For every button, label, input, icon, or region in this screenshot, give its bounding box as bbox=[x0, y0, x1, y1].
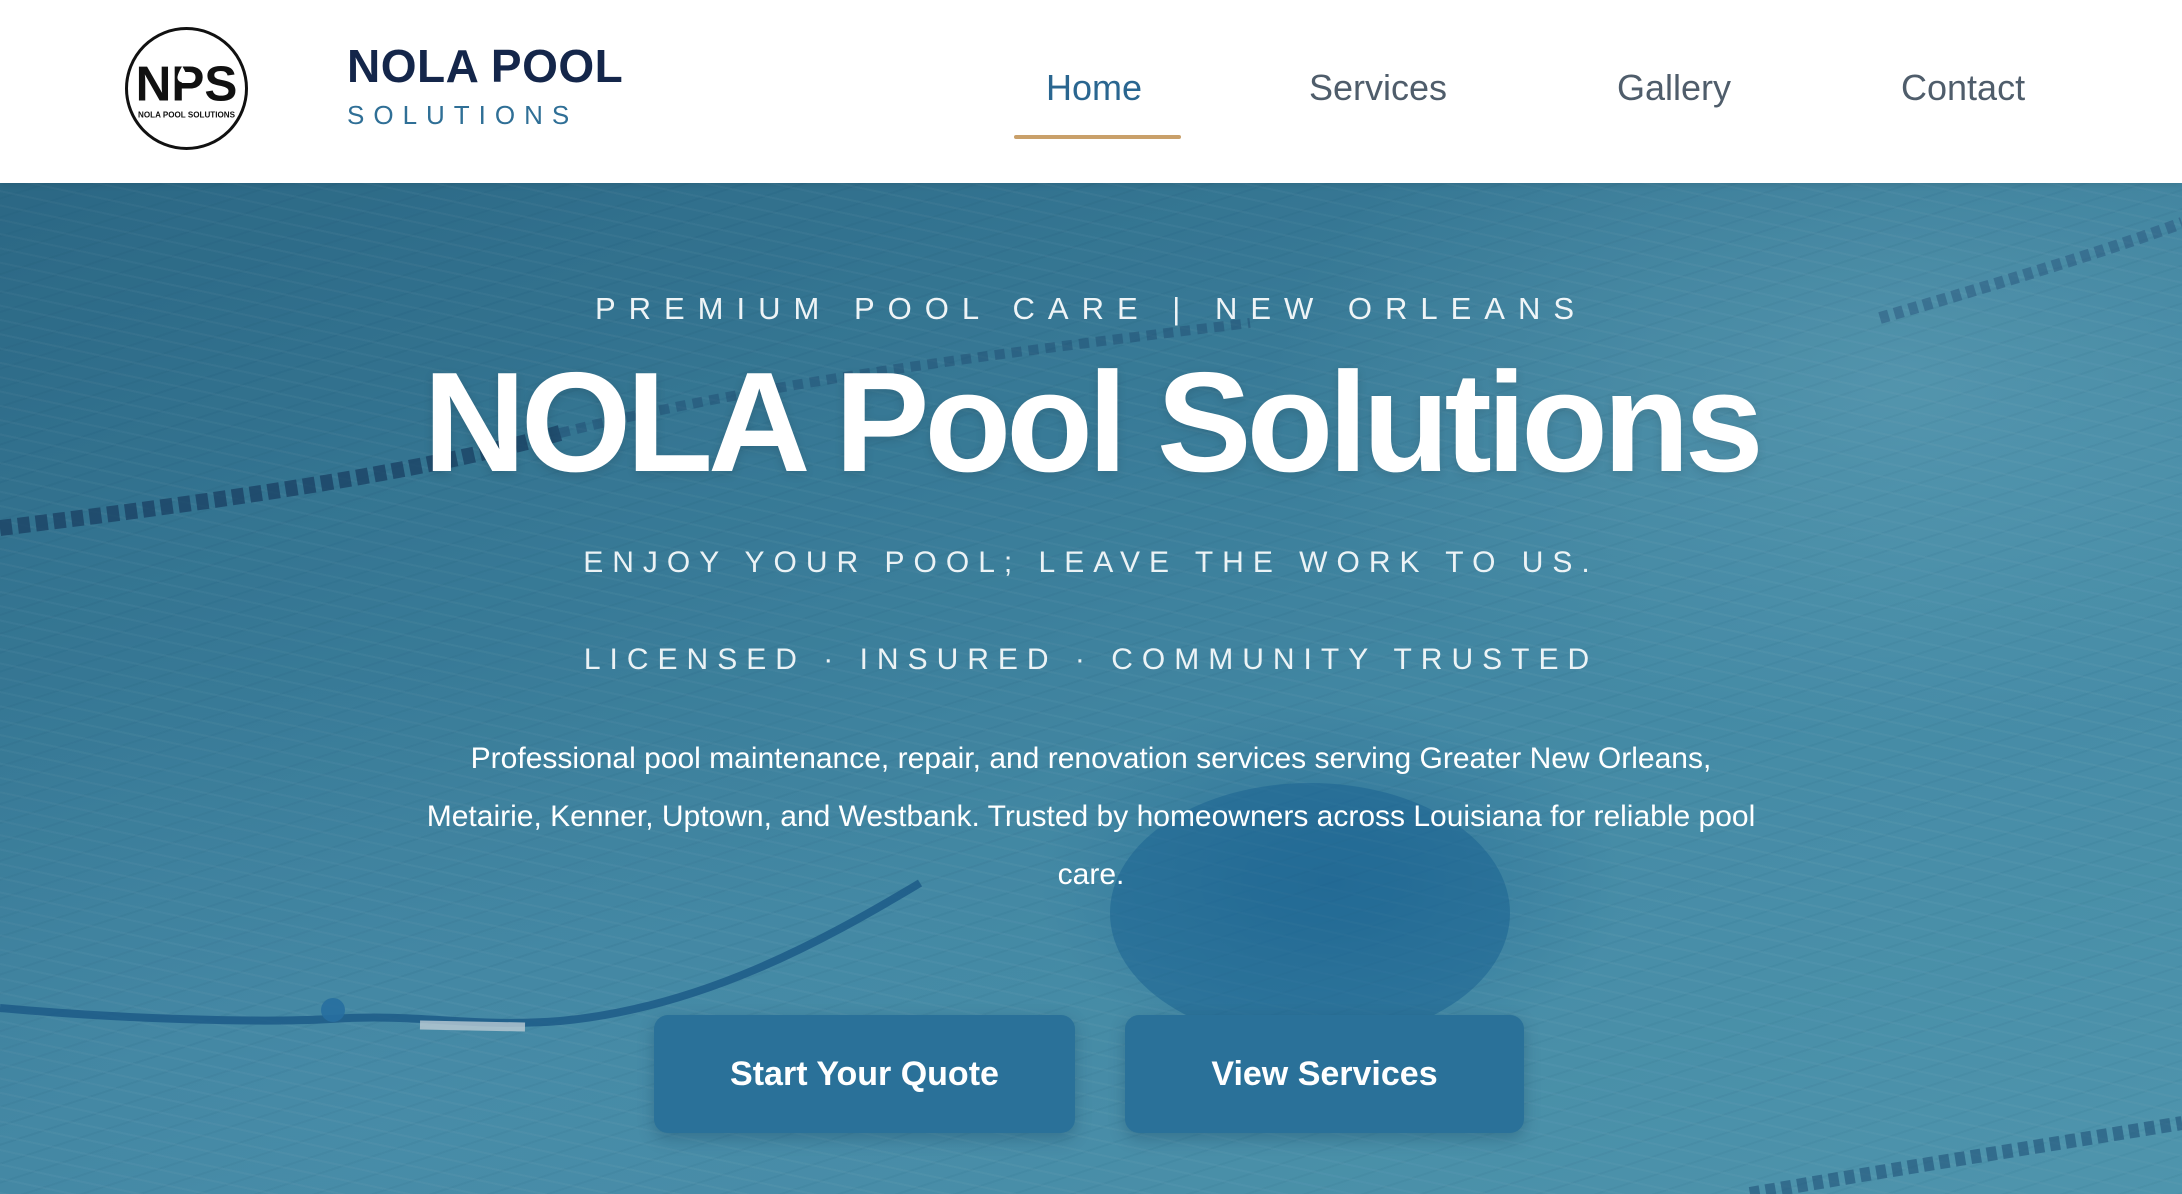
nav-item-home[interactable]: Home bbox=[1046, 64, 1142, 112]
nav-item-contact[interactable]: Contact bbox=[1901, 64, 2025, 112]
nav-item-gallery[interactable]: Gallery bbox=[1617, 64, 1731, 112]
site-header: NPS NOLA POOL SOLUTIONS NOLA POOL SOLUTI… bbox=[0, 0, 2182, 183]
main-nav: Home Services Gallery Contact bbox=[0, 0, 2182, 183]
hero-tagline: ENJOY YOUR POOL; LEAVE THE WORK TO US. bbox=[583, 546, 1599, 579]
start-quote-button[interactable]: Start Your Quote bbox=[654, 1015, 1075, 1133]
hero-title: NOLA Pool Solutions bbox=[423, 343, 1763, 502]
hero-eyebrow: PREMIUM POOL CARE | NEW ORLEANS bbox=[594, 291, 1588, 326]
hero-section: PREMIUM POOL CARE | NEW ORLEANS NOLA Poo… bbox=[0, 183, 2182, 1194]
hero-content: PREMIUM POOL CARE | NEW ORLEANS NOLA Poo… bbox=[0, 183, 2182, 1194]
hero-credentials: LICENSED · INSURED · COMMUNITY TRUSTED bbox=[583, 643, 1599, 676]
hero-description: Professional pool maintenance, repair, a… bbox=[426, 742, 1756, 891]
view-services-button[interactable]: View Services bbox=[1125, 1015, 1524, 1133]
active-nav-indicator bbox=[1014, 135, 1181, 139]
nav-item-services[interactable]: Services bbox=[1309, 64, 1447, 112]
